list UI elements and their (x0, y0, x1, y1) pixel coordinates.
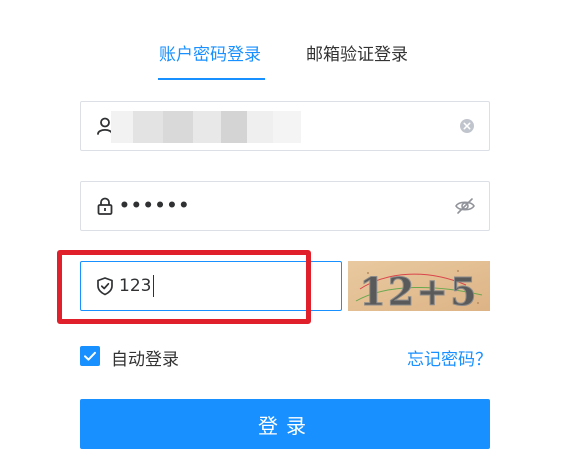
captcha-input[interactable]: 123 (119, 262, 155, 310)
captcha-text: 12+5 (359, 269, 478, 311)
tab-email-verification[interactable]: 邮箱验证登录 (306, 40, 408, 65)
shield-check-icon (95, 276, 115, 296)
captcha-image[interactable]: 12+5 (348, 261, 490, 315)
eye-off-icon[interactable] (454, 195, 476, 217)
forgot-password-link[interactable]: 忘记密码？ (407, 345, 492, 370)
captcha-value: 123 (119, 276, 152, 296)
clear-icon[interactable] (459, 118, 475, 134)
redacted-username (111, 111, 353, 143)
lock-icon (95, 196, 115, 216)
remember-label[interactable]: 自动登录 (111, 345, 179, 370)
login-button[interactable]: 登录 (80, 399, 490, 449)
text-caret (153, 275, 155, 297)
active-tab-indicator (158, 78, 265, 80)
tab-account-password[interactable]: 账户密码登录 (159, 40, 261, 65)
username-field[interactable] (80, 101, 490, 151)
remember-checkbox[interactable] (80, 346, 100, 366)
captcha-field[interactable]: 123 (80, 261, 342, 311)
password-field[interactable]: •••••• (80, 181, 490, 231)
password-value: •••••• (119, 196, 191, 216)
